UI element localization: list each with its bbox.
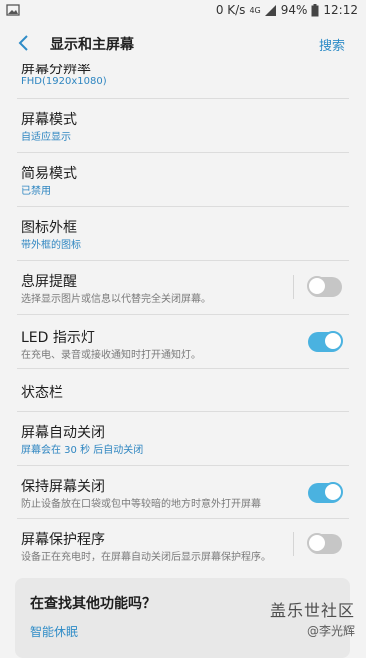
search-button[interactable]: 搜索: [319, 35, 345, 54]
setting-desc: 防止设备放在口袋或包中等较暗的地方时意外打开屏幕: [21, 499, 261, 510]
status-bar: 0 K/s 4G 94% 12:12: [0, 0, 366, 24]
always-on-toggle[interactable]: [307, 276, 342, 297]
setting-status-bar[interactable]: 状态栏: [0, 369, 366, 411]
signal-icon: [264, 4, 276, 16]
status-indicators: 0 K/s 4G 94% 12:12: [216, 3, 358, 17]
setting-title: 图标外框: [21, 220, 77, 236]
setting-always-on[interactable]: 息屏提醒 选择显示图片或信息以代替完全关闭屏幕。: [0, 261, 366, 313]
led-toggle[interactable]: [308, 331, 343, 352]
network-speed: 0 K/s: [215, 3, 246, 17]
setting-value: 带外框的图标: [21, 240, 81, 251]
setting-value: 自适应显示: [21, 132, 71, 143]
setting-resolution[interactable]: 屏幕分辨率 FHD(1920x1080): [0, 58, 366, 100]
setting-desc: 选择显示图片或信息以代替完全关闭屏幕。: [21, 294, 211, 305]
back-arrow-icon[interactable]: [14, 32, 36, 54]
watermark-author: @李光辉: [307, 624, 356, 638]
vertical-divider: [293, 275, 294, 299]
keep-screen-off-toggle[interactable]: [308, 482, 343, 503]
setting-title: 屏幕保护程序: [21, 532, 105, 548]
setting-icon-frame[interactable]: 图标外框 带外框的图标: [0, 207, 366, 260]
setting-value: 屏幕会在 30 秒 后自动关闭: [21, 445, 144, 456]
setting-title: LED 指示灯: [21, 330, 95, 346]
watermark-text: 盖乐世社区: [270, 601, 356, 620]
setting-title: 简易模式: [21, 166, 77, 182]
setting-title: 保持屏幕关闭: [21, 479, 105, 495]
network-type: 4G: [249, 5, 261, 15]
setting-screen-mode[interactable]: 屏幕模式 自适应显示: [0, 99, 366, 152]
setting-value: 已禁用: [21, 186, 51, 197]
setting-easy-mode[interactable]: 简易模式 已禁用: [0, 153, 366, 206]
setting-title: 屏幕分辨率: [21, 61, 91, 77]
screensaver-toggle[interactable]: [307, 533, 342, 554]
setting-screensaver[interactable]: 屏幕保护程序 设备正在充电时，在屏幕自动关闭后显示屏幕保护程序。: [0, 519, 366, 571]
setting-led[interactable]: LED 指示灯 在充电、录音或接收通知时打开通知灯。: [0, 315, 366, 368]
setting-title: 息屏提醒: [21, 274, 77, 290]
setting-desc: 在充电、录音或接收通知时打开通知灯。: [21, 350, 201, 361]
page-title: 显示和主屏幕: [50, 37, 134, 53]
image-notification-icon: [6, 4, 20, 16]
setting-title: 屏幕自动关闭: [21, 425, 105, 441]
setting-desc: 设备正在充电时，在屏幕自动关闭后显示屏幕保护程序。: [21, 552, 271, 563]
setting-title: 屏幕模式: [21, 112, 77, 128]
smart-stay-link[interactable]: 智能休眠: [30, 623, 78, 640]
setting-value: FHD(1920x1080): [21, 76, 107, 87]
battery-icon: [311, 3, 319, 16]
setting-title: 状态栏: [21, 385, 63, 401]
vertical-divider: [293, 532, 294, 556]
clock: 12:12: [323, 3, 358, 17]
battery-percent: 94%: [280, 3, 308, 17]
setting-screen-timeout[interactable]: 屏幕自动关闭 屏幕会在 30 秒 后自动关闭: [0, 412, 366, 465]
setting-keep-screen-off[interactable]: 保持屏幕关闭 防止设备放在口袋或包中等较暗的地方时意外打开屏幕: [0, 466, 366, 518]
card-title: 在查找其他功能吗？: [30, 596, 156, 612]
